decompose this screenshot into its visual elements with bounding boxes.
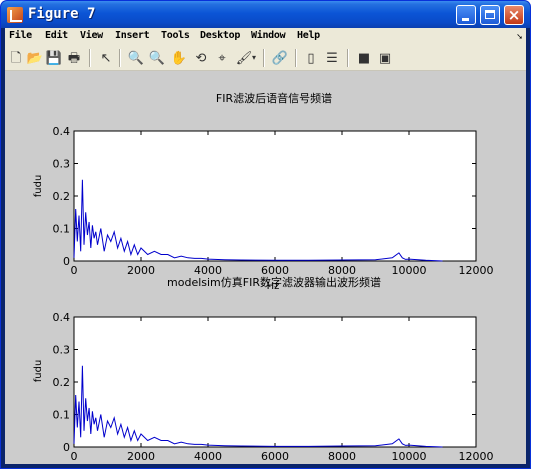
toolbar-separator (263, 49, 265, 67)
x-tick-label: 10000 (392, 264, 427, 277)
zoom-out-icon[interactable]: 🔍 (148, 49, 166, 67)
axes-2[interactable]: modelsim仿真FIR数字滤波器输出波形频谱 fudu Hz 0200040… (33, 275, 494, 471)
open-file-icon[interactable]: 📂 (26, 49, 44, 67)
pointer-icon[interactable]: ↖ (97, 49, 115, 67)
y-tick-label: 0.3 (53, 344, 71, 357)
menu-desktop[interactable]: Desktop (200, 30, 240, 41)
toolbar-separator (347, 49, 349, 67)
menu-help[interactable]: Help (297, 30, 320, 41)
y-tick-label: 0.3 (53, 158, 71, 171)
minimize-icon (462, 18, 469, 21)
x-tick-label: 8000 (328, 450, 356, 463)
axes-2-title: modelsim仿真FIR数字滤波器输出波形频谱 (167, 275, 381, 289)
x-tick-label: 10000 (392, 450, 427, 463)
x-tick-label: 12000 (459, 450, 494, 463)
plot-area: FIR滤波后语音信号频谱 fudu Hz 0 2000 4000 6000 8000 10… (33, 91, 494, 471)
x-tick-label: 2000 (127, 450, 155, 463)
y-tick-label: 0.1 (53, 409, 71, 422)
axes-1-title: FIR滤波后语音信号频谱 (216, 91, 332, 105)
x-tick-label: 0 (71, 264, 78, 277)
print-icon[interactable]: 🖶 (65, 49, 83, 67)
colorbar-icon[interactable]: ▯ (302, 49, 320, 67)
rotate-3d-icon[interactable]: ⟲ (192, 49, 210, 67)
x-tick-label: 6000 (261, 450, 289, 463)
save-icon[interactable]: 💾 (45, 49, 63, 67)
axes-2-box (73, 316, 477, 448)
axes-1-ylabel: fudu (33, 175, 44, 198)
axes-1-box (73, 130, 477, 262)
new-figure-icon[interactable]: 🗋 (7, 49, 25, 67)
show-plot-tools-icon[interactable]: ▣ (376, 49, 394, 67)
hide-plot-tools-icon[interactable]: ■ (355, 49, 373, 67)
y-tick-label: 0.4 (53, 125, 71, 138)
window-client: File Edit View Insert Tools Desktop Wind… (5, 28, 526, 471)
menu-window[interactable]: Window (251, 30, 286, 41)
close-button[interactable]: × (504, 5, 524, 25)
axes-2-ylabel: fudu (33, 360, 44, 383)
toolbar-separator (89, 49, 91, 67)
title-bar[interactable]: Figure 7 × (1, 1, 530, 28)
y-tick-label: 0.4 (53, 311, 71, 324)
menu-view[interactable]: View (80, 30, 103, 41)
minimize-button[interactable] (456, 5, 476, 25)
pan-icon[interactable]: ✋ (170, 49, 188, 67)
y-tick-label: 0.1 (53, 223, 71, 236)
maximize-icon (485, 10, 495, 19)
link-plot-icon[interactable]: 🔗 (271, 49, 289, 67)
menu-file[interactable]: File (9, 30, 32, 41)
brush-dropdown-icon[interactable]: ▾ (250, 49, 258, 67)
y-tick-label: 0.2 (53, 190, 71, 203)
maximize-button[interactable] (480, 5, 500, 25)
x-tick-label: 12000 (459, 264, 494, 277)
close-icon: × (507, 6, 521, 24)
x-tick-label: 2000 (127, 264, 155, 277)
y-tick-label: 0 (63, 441, 70, 454)
legend-icon[interactable]: ☰ (323, 49, 341, 67)
menu-edit[interactable]: Edit (45, 30, 68, 41)
x-tick-label: 0 (71, 450, 78, 463)
y-tick-label: 0.2 (53, 376, 71, 389)
menu-tools[interactable]: Tools (161, 30, 190, 41)
menu-insert[interactable]: Insert (115, 30, 150, 41)
menu-dock-arrow-icon[interactable]: ➘ (516, 32, 523, 41)
window-title: Figure 7 (28, 6, 96, 22)
menu-bar: File Edit View Insert Tools Desktop Wind… (5, 28, 526, 46)
figure-window: Figure 7 × File Edit View Insert Tools D… (1, 1, 530, 471)
figure-canvas: FIR滤波后语音信号频谱 fudu Hz 0 2000 4000 6000 8000 10… (5, 71, 526, 471)
toolbar-separator (119, 49, 121, 67)
figure-toolbar: 🗋 📂 💾 🖶 ↖ 🔍 🔍 ✋ ⟲ ⌖ 🖌 ▾ 🔗 ▯ ☰ ■ ▣ (5, 46, 526, 71)
x-tick-label: 4000 (194, 450, 222, 463)
matlab-figure-icon (7, 7, 23, 23)
toolbar-separator (295, 49, 297, 67)
zoom-in-icon[interactable]: 🔍 (127, 49, 145, 67)
data-cursor-icon[interactable]: ⌖ (213, 49, 231, 67)
y-tick-label: 0 (63, 255, 70, 268)
axes-1[interactable]: FIR滤波后语音信号频谱 fudu Hz 0 2000 4000 6000 8000 10… (33, 91, 494, 292)
